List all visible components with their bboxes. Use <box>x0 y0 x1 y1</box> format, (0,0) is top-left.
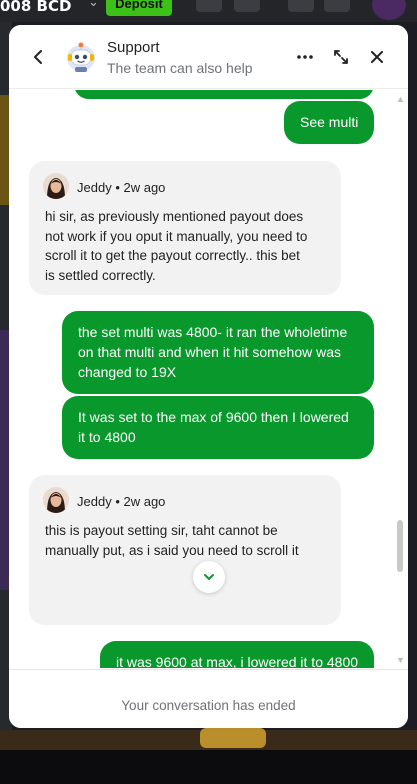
grid-icon[interactable] <box>234 0 260 12</box>
message-list[interactable]: See multi Jeddy • 2w ago hi sir, as prev… <box>9 90 408 668</box>
agent-meta: Jeddy • 2w ago <box>77 492 165 512</box>
message-text: it was 9600 at max, i lowered it to 4800 <box>116 654 359 668</box>
message-text: hi sir, as previously mentioned payout d… <box>45 209 308 283</box>
message-text: this is payout setting sir, taht cannot … <box>45 523 299 558</box>
message-bubble-agent: Jeddy • 2w ago hi sir, as previously men… <box>29 161 341 295</box>
chat-icon[interactable] <box>288 0 314 12</box>
scroll-down-button[interactable] <box>193 561 225 593</box>
close-icon[interactable] <box>365 45 389 69</box>
conversation-status: Your conversation has ended <box>121 698 296 713</box>
chevron-left-icon[interactable] <box>29 46 49 68</box>
chat-title: Support <box>107 39 160 56</box>
message-bubble-user: It was set to the max of 9600 then I low… <box>62 396 374 459</box>
chat-subtitle: The team can also help <box>107 60 253 76</box>
agent-name: Jeddy <box>77 180 112 195</box>
chat-footer: Your conversation has ended <box>9 669 408 728</box>
coins-image <box>200 728 266 748</box>
message-text: See multi <box>300 114 359 130</box>
support-chat-widget: Support The team can also help See multi <box>9 25 408 728</box>
agent-avatar <box>43 173 69 199</box>
more-horizontal-icon[interactable] <box>293 45 317 69</box>
message-time: • 2w ago <box>115 180 166 195</box>
chevron-down-icon <box>204 574 214 580</box>
message-bubble-user: it was 9600 at max, i lowered it to 4800 <box>100 641 374 668</box>
agent-meta: Jeddy • 2w ago <box>77 178 165 198</box>
message-bubble-user: the set multi was 4800- it ran the whole… <box>62 311 374 394</box>
message-bubble-user <box>74 90 374 99</box>
message-bubble-user: See multi <box>284 101 374 144</box>
message-time: • 2w ago <box>115 494 166 509</box>
expand-icon[interactable] <box>329 45 353 69</box>
scrollbar[interactable] <box>395 90 405 668</box>
support-bot-logo <box>65 40 97 74</box>
chat-header: Support The team can also help <box>9 25 408 89</box>
taskbar <box>0 750 417 784</box>
agent-avatar <box>43 487 69 513</box>
scrollbar-thumb[interactable] <box>397 520 403 572</box>
message-text: the set multi was 4800- it ran the whole… <box>78 324 348 380</box>
deposit-button[interactable]: Deposit <box>106 0 172 16</box>
notification-icon[interactable] <box>324 0 350 12</box>
balance-amount: 008 BCD <box>0 0 72 15</box>
message-text: It was set to the max of 9600 then I low… <box>78 409 349 445</box>
agent-name: Jeddy <box>77 494 112 509</box>
scroll-down-arrow-icon[interactable]: ▼ <box>396 655 405 665</box>
balance-dropdown-icon[interactable]: ⌄ <box>88 0 99 10</box>
scroll-up-arrow-icon[interactable]: ▲ <box>396 94 405 104</box>
message-bubble-agent: Jeddy • 2w ago this is payout setting si… <box>29 475 341 625</box>
wallet-icon[interactable] <box>196 0 222 12</box>
